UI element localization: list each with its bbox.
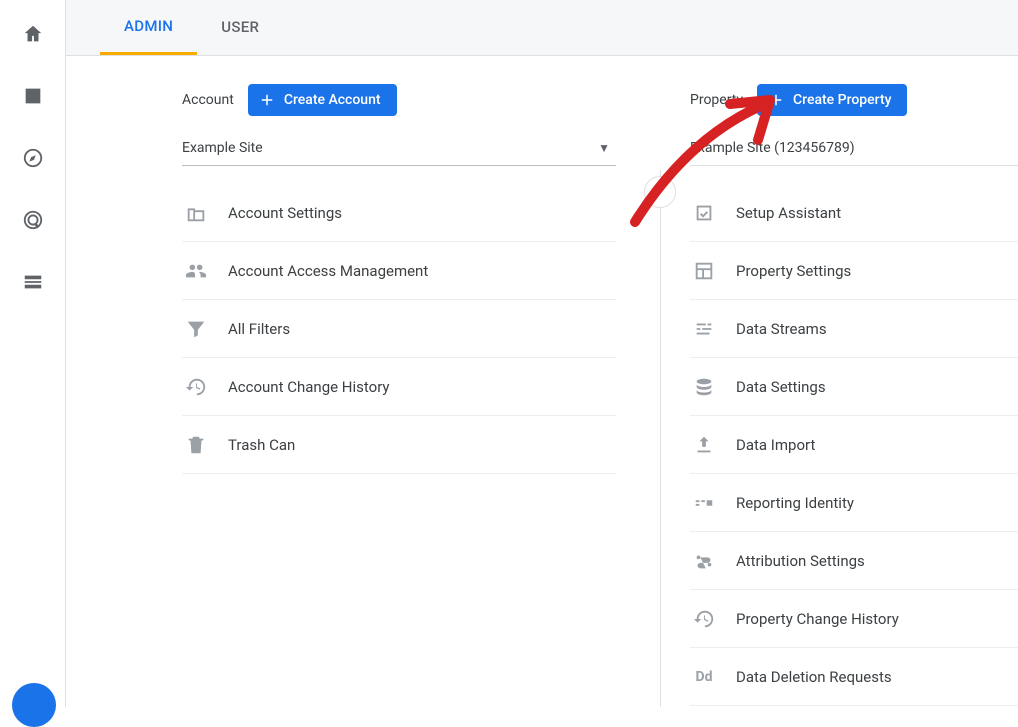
attribution-icon	[690, 550, 718, 572]
reporting-identity-item[interactable]: Reporting Identity	[690, 474, 1018, 532]
plus-icon	[767, 91, 785, 109]
reports-icon[interactable]	[21, 84, 45, 108]
list-item-label: Account Access Management	[228, 262, 428, 280]
property-label: Property	[690, 92, 743, 108]
funnel-icon	[182, 318, 210, 340]
database-icon	[690, 376, 718, 398]
list-item-label: Data Import	[736, 436, 815, 454]
fab-button[interactable]	[12, 683, 56, 727]
tab-user[interactable]: USER	[197, 0, 283, 55]
data-deletion-item[interactable]: Dd Data Deletion Requests	[690, 648, 1018, 706]
property-history-item[interactable]: Property Change History	[690, 590, 1018, 648]
data-settings-item[interactable]: Data Settings	[690, 358, 1018, 416]
history-icon	[690, 608, 718, 630]
create-account-label: Create Account	[284, 92, 381, 108]
property-list: Setup Assistant Property Settings Data S…	[690, 184, 1018, 706]
data-streams-item[interactable]: Data Streams	[690, 300, 1018, 358]
tab-admin[interactable]: ADMIN	[100, 0, 197, 55]
plus-icon	[258, 91, 276, 109]
account-list: Account Settings Account Access Manageme…	[182, 184, 616, 474]
chevron-down-icon: ▼	[598, 141, 610, 155]
admin-content: Account Create Account Example Site ▼ Ac…	[66, 56, 1018, 707]
list-item-label: Account Change History	[228, 378, 390, 396]
list-item-label: Data Settings	[736, 378, 826, 396]
column-toggle[interactable]	[644, 176, 676, 208]
list-item-label: Attribution Settings	[736, 552, 865, 570]
explore-icon[interactable]	[21, 146, 45, 170]
top-tabs: ADMIN USER	[66, 0, 1018, 56]
streams-icon	[690, 318, 718, 340]
list-item-label: Trash Can	[228, 436, 295, 454]
property-column: Property Create Property Example Site (1…	[646, 56, 1018, 707]
checkbox-icon	[690, 202, 718, 224]
upload-icon	[690, 434, 718, 456]
create-property-label: Create Property	[793, 92, 891, 108]
property-settings-item[interactable]: Property Settings	[690, 242, 1018, 300]
attribution-item[interactable]: Attribution Settings	[690, 532, 1018, 590]
account-label: Account	[182, 92, 234, 108]
left-nav	[0, 0, 66, 707]
account-selected: Example Site	[182, 140, 263, 156]
setup-assistant-item[interactable]: Setup Assistant	[690, 184, 1018, 242]
home-icon[interactable]	[21, 22, 45, 46]
dd-icon: Dd	[690, 669, 718, 685]
account-column: Account Create Account Example Site ▼ Ac…	[66, 56, 646, 707]
trash-item[interactable]: Trash Can	[182, 416, 616, 474]
list-item-label: Data Streams	[736, 320, 827, 338]
layout-icon	[690, 260, 718, 282]
list-item-label: Property Change History	[736, 610, 899, 628]
create-account-button[interactable]: Create Account	[248, 84, 397, 116]
trash-icon	[182, 434, 210, 456]
account-history-item[interactable]: Account Change History	[182, 358, 616, 416]
people-icon	[182, 260, 210, 282]
property-selected[interactable]: Example Site (123456789)	[690, 130, 1018, 166]
list-item-label: Property Settings	[736, 262, 851, 280]
configure-icon[interactable]	[21, 270, 45, 294]
data-import-item[interactable]: Data Import	[690, 416, 1018, 474]
building-icon	[182, 202, 210, 224]
all-filters-item[interactable]: All Filters	[182, 300, 616, 358]
account-settings-item[interactable]: Account Settings	[182, 184, 616, 242]
list-item-label: Account Settings	[228, 204, 342, 222]
list-item-label: Setup Assistant	[736, 204, 841, 222]
history-icon	[182, 376, 210, 398]
list-item-label: Data Deletion Requests	[736, 668, 892, 686]
advertising-icon[interactable]	[21, 208, 45, 232]
account-access-item[interactable]: Account Access Management	[182, 242, 616, 300]
identity-icon	[690, 492, 718, 514]
list-item-label: All Filters	[228, 320, 290, 338]
list-item-label: Reporting Identity	[736, 494, 854, 512]
account-selector[interactable]: Example Site ▼	[182, 130, 616, 166]
create-property-button[interactable]: Create Property	[757, 84, 907, 116]
